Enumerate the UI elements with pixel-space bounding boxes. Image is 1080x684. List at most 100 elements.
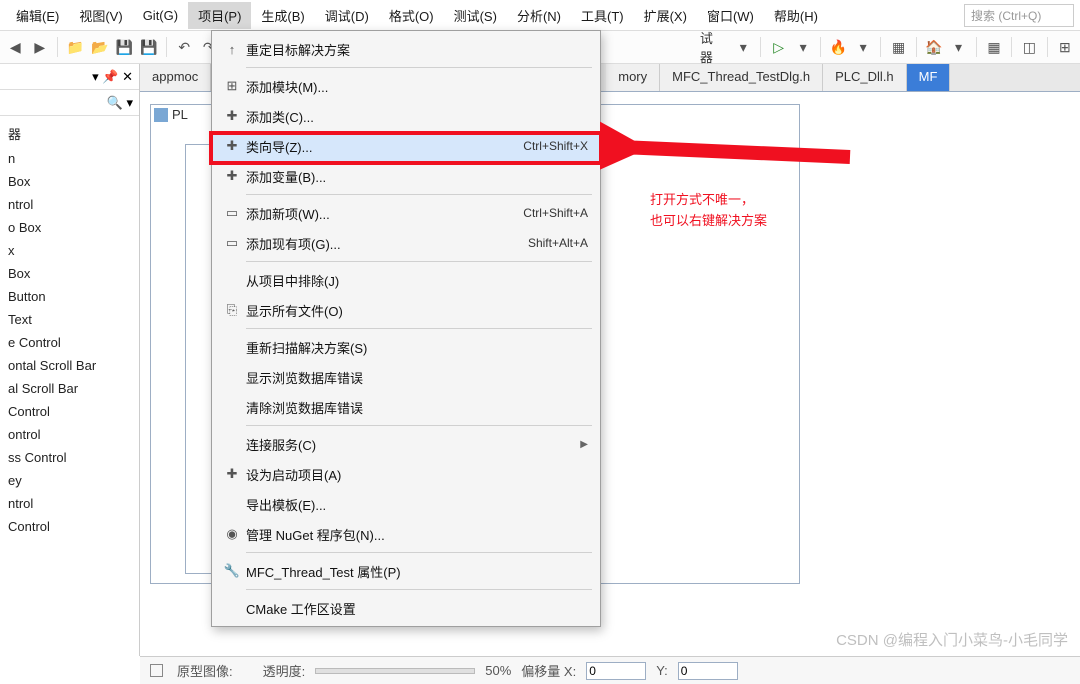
list-item[interactable]: Box [0,170,139,193]
menu-item[interactable]: 🔧MFC_Thread_Test 属性(P) [212,556,600,586]
toolbox-search[interactable]: 🔍 ▾ [0,90,139,116]
menu-tools[interactable]: 工具(T) [571,2,634,29]
menu-item[interactable]: ▭添加新项(W)...Ctrl+Shift+A [212,198,600,228]
search-icon: 🔍 [107,95,123,111]
annotation-text: 打开方式不唯一， 也可以右键解决方案 [650,190,767,232]
list-item[interactable]: al Scroll Bar [0,377,139,400]
home-icon[interactable]: 🏠 [925,37,944,57]
chevron-down-icon[interactable]: ▾ [949,37,968,57]
list-item[interactable]: Box [0,262,139,285]
menu-item[interactable]: CMake 工作区设置 [212,593,600,623]
menu-item[interactable]: ▭添加现有项(G)...Shift+Alt+A [212,228,600,258]
menu-item[interactable]: ↑重定目标解决方案 [212,34,600,64]
open-icon[interactable]: 📂 [90,37,109,57]
tab-mfcdlg[interactable]: MFC_Thread_TestDlg.h [660,64,823,91]
chevron-down-icon[interactable]: ▾ [854,37,873,57]
menu-label: 添加变量(B)... [246,167,588,186]
menu-label: MFC_Thread_Test 属性(P) [246,562,588,581]
list-item[interactable]: e Control [0,331,139,354]
close-icon[interactable]: ✕ [122,69,133,84]
layout-icon[interactable]: ▦ [889,37,908,57]
menu-item[interactable]: 显示浏览数据库错误 [212,362,600,392]
list-item[interactable]: ntrol [0,193,139,216]
menu-icon: ⎘ [218,302,246,318]
list-item[interactable]: ontal Scroll Bar [0,354,139,377]
menu-icon: ⊞ [218,78,246,94]
proto-image-label: 原型图像: [177,661,233,680]
flame-icon[interactable]: 🔥 [829,37,848,57]
menu-help[interactable]: 帮助(H) [764,2,828,29]
list-item[interactable]: 器 [0,120,139,147]
list-item[interactable]: ss Control [0,446,139,469]
menu-label: 管理 NuGet 程序包(N)... [246,525,588,544]
project-menu-dropdown: ↑重定目标解决方案⊞添加模块(M)...✚添加类(C)...✚类向导(Z)...… [211,30,601,627]
tab-appmodule[interactable]: appmoc [140,64,211,91]
menu-build[interactable]: 生成(B) [251,2,314,29]
menubar: 编辑(E) 视图(V) Git(G) 项目(P) 生成(B) 调试(D) 格式(… [0,0,1080,30]
opacity-slider[interactable] [315,668,475,674]
grid-icon[interactable]: ▦ [985,37,1004,57]
menu-debug[interactable]: 调试(D) [315,2,379,29]
menu-shortcut: Shift+Alt+A [528,236,588,250]
menu-test[interactable]: 测试(S) [444,2,507,29]
menu-git[interactable]: Git(G) [133,4,188,27]
offset-y-input[interactable] [678,662,738,680]
search-input[interactable]: 搜索 (Ctrl+Q) [964,4,1074,27]
list-item[interactable]: n [0,147,139,170]
proto-image-checkbox[interactable] [150,664,163,677]
tab-plcdll[interactable]: PLC_Dll.h [823,64,907,91]
menu-project[interactable]: 项目(P) [188,2,251,29]
list-item[interactable]: ntrol [0,492,139,515]
menu-label: 重定目标解决方案 [246,40,588,59]
window-icon[interactable]: ◫ [1020,37,1039,57]
menu-label: 重新扫描解决方案(S) [246,338,588,357]
menu-window[interactable]: 窗口(W) [697,2,764,29]
chevron-down-icon[interactable]: ▾ [92,69,99,84]
menu-item[interactable]: 从项目中排除(J) [212,265,600,295]
play-icon[interactable]: ▷ [769,37,788,57]
list-item[interactable]: ey [0,469,139,492]
chevron-down-icon[interactable]: ▾ [794,37,813,57]
list-item[interactable]: ontrol [0,423,139,446]
menu-item[interactable]: ◉管理 NuGet 程序包(N)... [212,519,600,549]
menu-label: 导出模板(E)... [246,495,588,514]
menu-item[interactable]: 重新扫描解决方案(S) [212,332,600,362]
list-item[interactable]: Button [0,285,139,308]
menu-extensions[interactable]: 扩展(X) [634,2,697,29]
back-icon[interactable]: ◀ [6,37,25,57]
new-icon[interactable]: 📁 [66,37,85,57]
menu-analyze[interactable]: 分析(N) [507,2,571,29]
offset-x-input[interactable] [586,662,646,680]
menu-item[interactable]: ✚设为启动项目(A) [212,459,600,489]
menu-format[interactable]: 格式(O) [379,2,444,29]
misc-icon[interactable]: ⊞ [1056,37,1075,57]
menu-item[interactable]: ⊞添加模块(M)... [212,71,600,101]
list-item[interactable]: o Box [0,216,139,239]
menu-label: 添加类(C)... [246,107,588,126]
saveall-icon[interactable]: 💾 [140,37,159,57]
list-item[interactable]: Control [0,515,139,538]
menu-item[interactable]: ⎘显示所有文件(O) [212,295,600,325]
list-item[interactable]: Text [0,308,139,331]
undo-icon[interactable]: ↶ [175,37,194,57]
menu-item[interactable]: 连接服务(C)▶ [212,429,600,459]
forward-icon[interactable]: ▶ [31,37,50,57]
tab-active[interactable]: MF [907,64,951,91]
chevron-down-icon[interactable]: ▾ [734,37,753,57]
tab-memory[interactable]: mory [606,64,660,91]
menu-label: 添加模块(M)... [246,77,588,96]
menu-item[interactable]: ✚添加类(C)... [212,101,600,131]
menu-label: 从项目中排除(J) [246,271,588,290]
pin-icon[interactable]: 📌 [102,69,118,84]
list-item[interactable]: x [0,239,139,262]
list-item[interactable]: Control [0,400,139,423]
menu-item[interactable]: ✚类向导(Z)...Ctrl+Shift+X [212,131,600,161]
menu-view[interactable]: 视图(V) [69,2,132,29]
menu-icon: ✚ [218,168,246,184]
menu-item[interactable]: 导出模板(E)... [212,489,600,519]
menu-item[interactable]: ✚添加变量(B)... [212,161,600,191]
toolbox-list: 器 n Box ntrol o Box x Box Button Text e … [0,116,139,542]
menu-edit[interactable]: 编辑(E) [6,2,69,29]
menu-item[interactable]: 清除浏览数据库错误 [212,392,600,422]
save-icon[interactable]: 💾 [115,37,134,57]
